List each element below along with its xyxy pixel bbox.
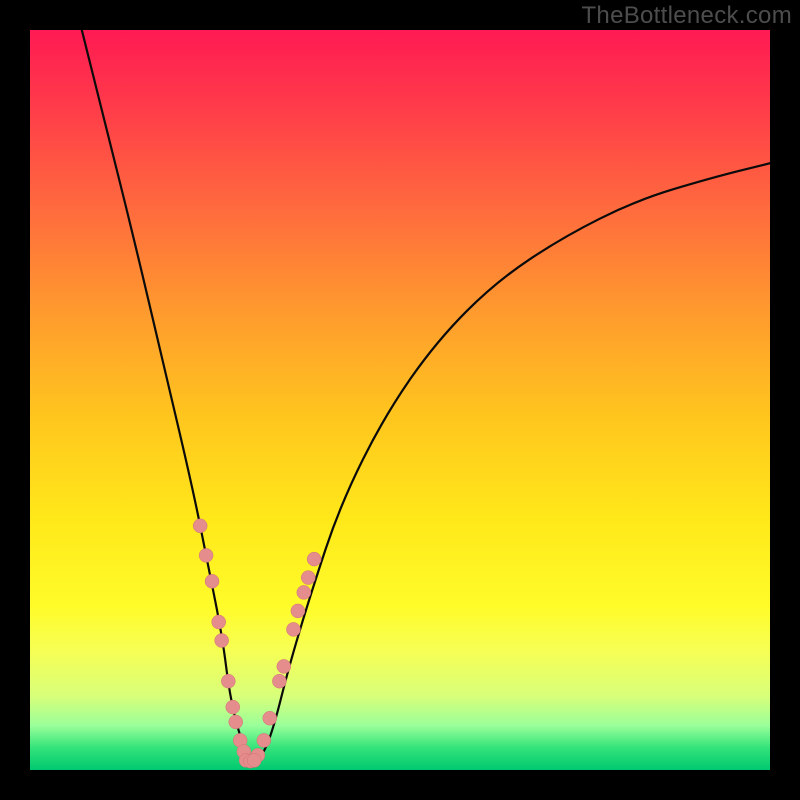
curve-marker — [221, 674, 235, 688]
bottleneck-curve-path — [82, 30, 770, 760]
curve-marker — [286, 622, 300, 636]
curve-marker — [215, 634, 229, 648]
curve-marker — [226, 700, 240, 714]
bottleneck-curve-svg — [30, 30, 770, 770]
curve-marker — [247, 753, 261, 767]
markers-left-group — [193, 519, 251, 759]
curve-marker — [291, 604, 305, 618]
markers-plateau-group — [239, 753, 261, 768]
markers-right-group — [251, 552, 321, 762]
curve-marker — [199, 548, 213, 562]
curve-marker — [263, 711, 277, 725]
curve-marker — [193, 519, 207, 533]
curve-marker — [297, 585, 311, 599]
curve-marker — [301, 571, 315, 585]
curve-marker — [205, 574, 219, 588]
curve-marker — [307, 552, 321, 566]
curve-marker — [212, 615, 226, 629]
curve-marker — [272, 674, 286, 688]
chart-plot-area — [30, 30, 770, 770]
image-frame: TheBottleneck.com — [0, 0, 800, 800]
curve-marker — [229, 715, 243, 729]
curve-marker — [257, 733, 271, 747]
curve-marker — [277, 659, 291, 673]
watermark-text: TheBottleneck.com — [581, 2, 792, 30]
